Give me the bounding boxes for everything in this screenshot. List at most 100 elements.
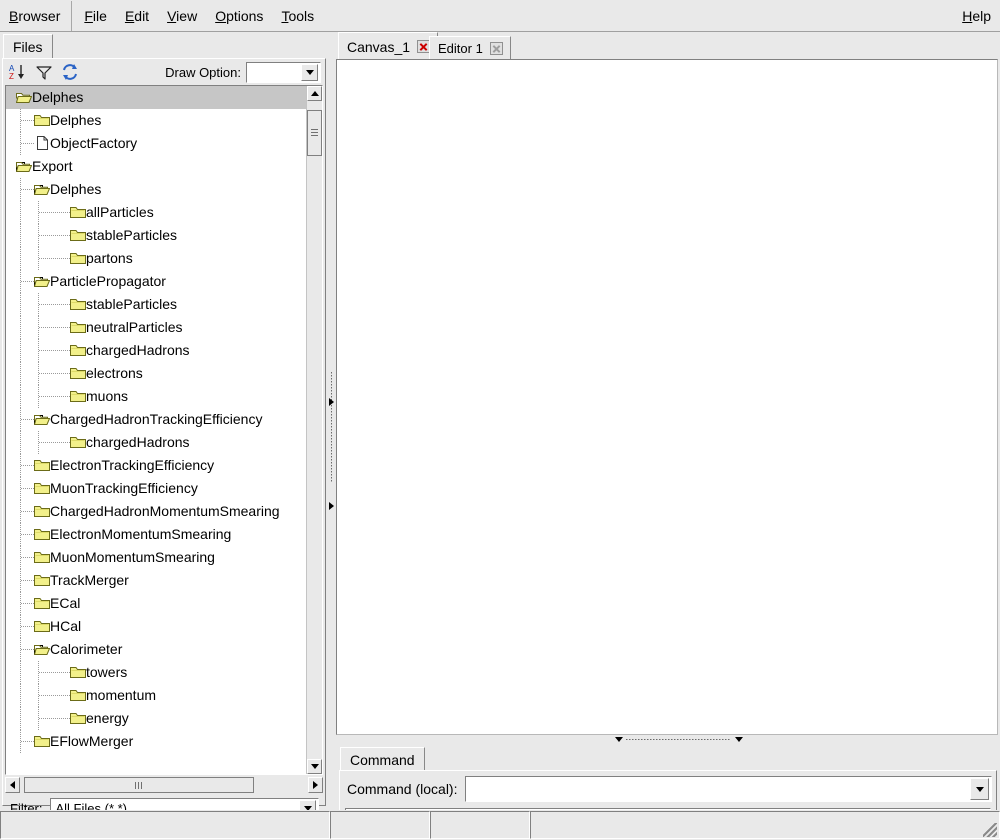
tree-guide-line (21, 143, 34, 144)
tree-item[interactable]: partons (6, 247, 308, 270)
tree-guide-line (39, 327, 70, 328)
menu-options[interactable]: Options (206, 1, 272, 31)
resize-grip-icon[interactable] (983, 823, 997, 837)
tree-item[interactable]: chargedHadrons (6, 339, 308, 362)
files-browser-pane: Files A Z Draw Option: Delphes Delphes O… (0, 32, 328, 819)
tree-item[interactable]: neutralParticles (6, 316, 308, 339)
chevron-down-icon[interactable] (970, 778, 989, 800)
tree-item[interactable]: momentum (6, 684, 308, 707)
canvas-tabstrip: Canvas_1 Editor 1 (336, 32, 1000, 60)
scroll-left-icon[interactable] (5, 777, 20, 793)
tab-editor-1[interactable]: Editor 1 (429, 36, 511, 60)
tree-item[interactable]: stableParticles (6, 224, 308, 247)
folder-closed-icon (34, 458, 50, 472)
tree-item[interactable]: Delphes (6, 109, 308, 132)
tree-guide-line (39, 396, 70, 397)
scroll-down-icon[interactable] (307, 759, 322, 774)
scroll-up-icon[interactable] (307, 86, 322, 101)
tree-horizontal-scrollbar[interactable] (5, 777, 323, 794)
tree-item[interactable]: Delphes (6, 86, 308, 109)
menu-file[interactable]: File (75, 1, 116, 31)
canvas-drawing-area[interactable] (336, 59, 998, 735)
tree-guide-line (20, 224, 21, 247)
vertical-splitter[interactable] (328, 32, 336, 808)
tree-guide-line (39, 672, 70, 673)
sort-az-icon[interactable]: A Z (7, 61, 29, 83)
menu-tools[interactable]: Tools (272, 1, 323, 31)
tree-item[interactable]: chargedHadrons (6, 431, 308, 454)
draw-option-combobox[interactable] (246, 61, 321, 83)
tree-item[interactable]: TrackMerger (6, 569, 308, 592)
file-tree[interactable]: Delphes Delphes ObjectFactory Export Delphes… (6, 86, 308, 774)
splitter-arrow-icon[interactable] (329, 502, 334, 510)
splitter-arrow-icon[interactable] (615, 737, 623, 742)
tree-item[interactable]: electrons (6, 362, 308, 385)
browser-toolbar: A Z Draw Option: (3, 59, 325, 85)
tree-guide-line (20, 293, 21, 316)
menu-view[interactable]: View (158, 1, 206, 31)
tree-guide-line (39, 304, 70, 305)
tree-item[interactable]: ParticlePropagator (6, 270, 308, 293)
tree-item[interactable]: Delphes (6, 178, 308, 201)
tree-item-label: partons (86, 250, 133, 266)
filter-funnel-icon[interactable] (33, 61, 55, 83)
tree-item-label: ChargedHadronTrackingEfficiency (50, 411, 263, 427)
tree-item[interactable]: muons (6, 385, 308, 408)
tree-item[interactable]: ElectronTrackingEfficiency (6, 454, 308, 477)
tree-item-label: stableParticles (86, 227, 178, 243)
tree-item[interactable]: ChargedHadronTrackingEfficiency (6, 408, 308, 431)
status-segment-2 (330, 811, 430, 839)
tree-guide-line (20, 339, 21, 362)
menu-bar: Browser File Edit View Options Tools Hel… (0, 0, 1000, 32)
tree-item[interactable]: energy (6, 707, 308, 730)
menu-help[interactable]: Help (953, 1, 1000, 31)
folder-closed-icon (34, 481, 50, 495)
folder-closed-icon (34, 527, 50, 541)
menu-browser[interactable]: Browser (0, 1, 69, 31)
menu-edit[interactable]: Edit (116, 1, 158, 31)
tree-item[interactable]: Export (6, 155, 308, 178)
tree-item[interactable]: MuonTrackingEfficiency (6, 477, 308, 500)
tree-item[interactable]: HCal (6, 615, 308, 638)
tree-item-label: ChargedHadronMomentumSmearing (50, 503, 280, 519)
horizontal-splitter[interactable] (336, 735, 1000, 745)
tab-command[interactable]: Command (340, 747, 425, 771)
folder-open-icon (33, 412, 51, 426)
scroll-right-icon[interactable] (308, 777, 323, 793)
tree-guide-line (21, 419, 34, 420)
tree-item[interactable]: ObjectFactory (6, 132, 308, 155)
tree-item[interactable]: ECal (6, 592, 308, 615)
tree-item[interactable]: ElectronMomentumSmearing (6, 523, 308, 546)
tree-guide-line (21, 465, 34, 466)
splitter-arrow-icon[interactable] (329, 398, 334, 406)
tree-item[interactable]: stableParticles (6, 293, 308, 316)
hscroll-thumb[interactable] (24, 777, 254, 793)
vscroll-thumb[interactable] (307, 110, 322, 156)
root-browser-window: Browser File Edit View Options Tools Hel… (0, 0, 1000, 840)
tree-item[interactable]: Calorimeter (6, 638, 308, 661)
tab-files-label: Files (13, 39, 43, 55)
tree-guide-line (39, 718, 70, 719)
tree-item-label: ObjectFactory (50, 135, 138, 151)
tree-vertical-scrollbar[interactable] (306, 86, 322, 774)
tree-item[interactable]: allParticles (6, 201, 308, 224)
tree-item[interactable]: EFlowMerger (6, 730, 308, 753)
tree-item[interactable]: MuonMomentumSmearing (6, 546, 308, 569)
tree-item-label: Calorimeter (50, 641, 123, 657)
tree-guide-line (20, 247, 21, 270)
folder-closed-icon (70, 320, 86, 334)
refresh-icon[interactable] (59, 61, 81, 83)
chevron-down-icon[interactable] (301, 63, 318, 81)
tab-files[interactable]: Files (3, 34, 53, 59)
splitter-arrow-icon[interactable] (735, 737, 743, 742)
command-combobox[interactable] (465, 776, 992, 802)
tree-item-label: TrackMerger (50, 572, 129, 588)
tab-canvas-1[interactable]: Canvas_1 (338, 32, 439, 60)
tree-item[interactable]: towers (6, 661, 308, 684)
close-icon[interactable] (489, 42, 503, 55)
tree-item-label: neutralParticles (86, 319, 183, 335)
tree-item-label: ElectronMomentumSmearing (50, 526, 232, 542)
tab-editor-1-label: Editor 1 (438, 41, 483, 56)
tab-command-label: Command (350, 751, 415, 768)
tree-item[interactable]: ChargedHadronMomentumSmearing (6, 500, 308, 523)
